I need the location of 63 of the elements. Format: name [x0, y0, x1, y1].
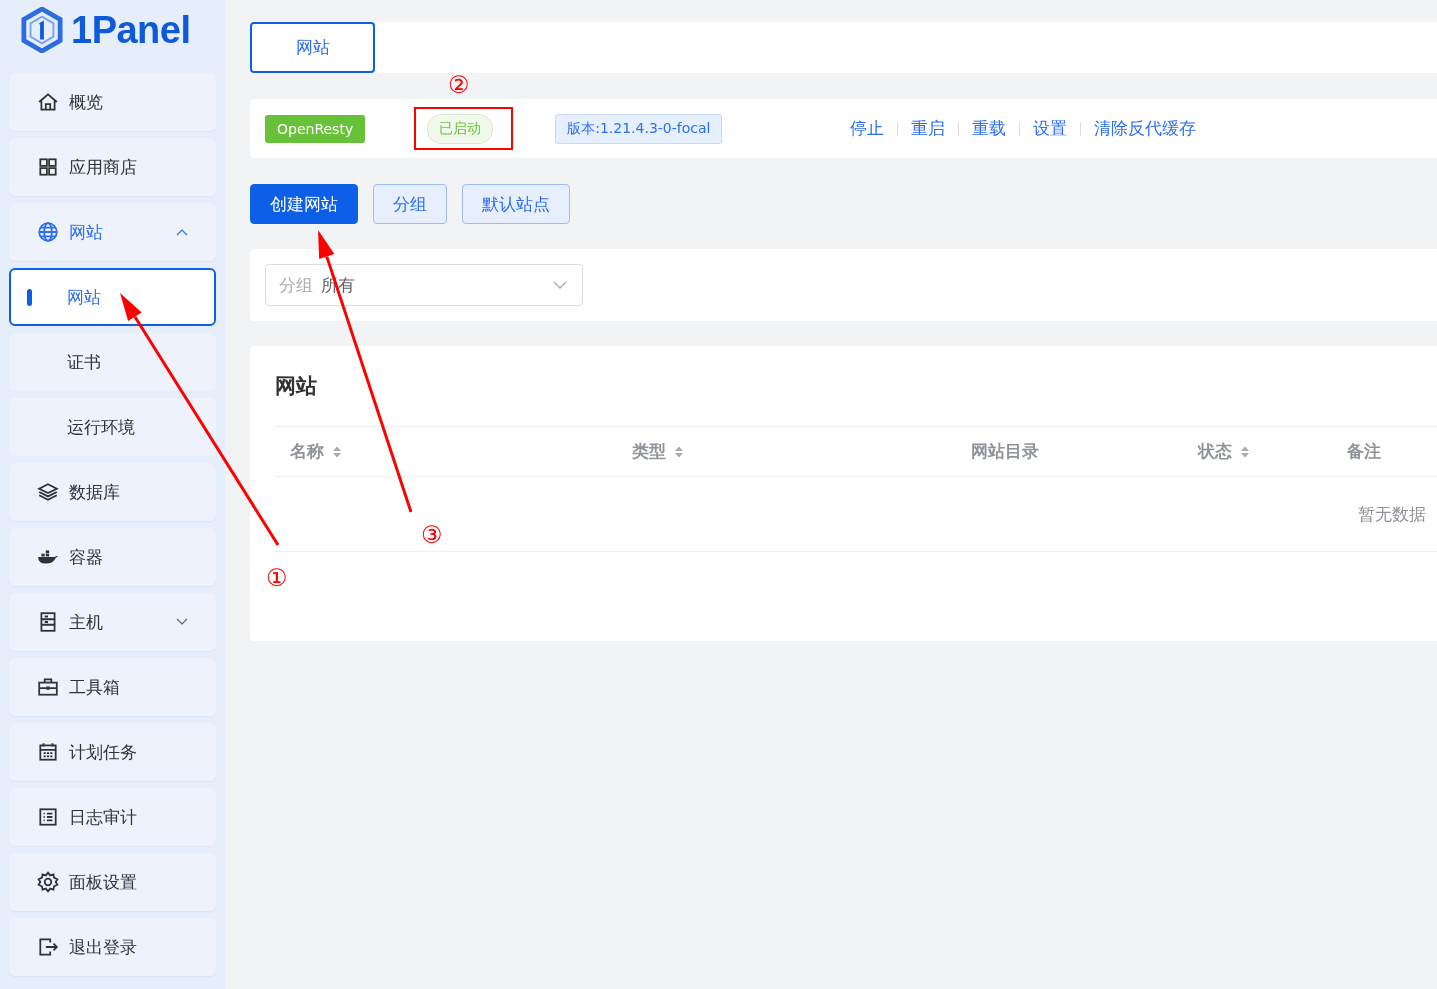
sort-icon[interactable]: [674, 444, 684, 459]
step-number: ②: [448, 70, 470, 100]
column-header[interactable]: 网站目录: [971, 440, 1039, 463]
sidebar-item[interactable]: 应用商店: [9, 138, 216, 196]
active-indicator: [27, 289, 32, 306]
empty-text: 暂无数据: [1358, 502, 1426, 526]
action-link[interactable]: 重载: [972, 117, 1007, 140]
nav-label: 概览: [69, 90, 104, 114]
table-title: 网站: [275, 373, 318, 400]
logo-text: 1Panel: [71, 8, 191, 52]
sidebar-subitem[interactable]: 证书: [9, 333, 216, 391]
layers-icon: [37, 481, 59, 503]
column-header[interactable]: 状态: [1198, 440, 1250, 463]
sidebar-item[interactable]: 容器: [9, 528, 216, 586]
logout-icon: [37, 936, 59, 958]
column-header[interactable]: 类型: [632, 440, 684, 463]
action-link[interactable]: 清除反代缓存: [1094, 117, 1197, 140]
step-number: ①: [266, 563, 288, 593]
toolbar-button[interactable]: 默认站点: [462, 184, 570, 224]
action-link[interactable]: 重启: [911, 117, 946, 140]
sort-icon[interactable]: [332, 444, 342, 459]
nav-label: 工具箱: [69, 675, 121, 699]
sidebar-item[interactable]: 数据库: [9, 463, 216, 521]
settings-icon: [37, 871, 59, 893]
globe-icon: [37, 221, 59, 243]
sidebar-item[interactable]: 概览: [9, 73, 216, 131]
nav-label: 容器: [69, 545, 104, 569]
tab[interactable]: 网站: [250, 22, 375, 73]
sidebar-item[interactable]: 工具箱: [9, 658, 216, 716]
nav-label: 应用商店: [69, 155, 138, 179]
list-icon: [37, 806, 59, 828]
sidebar-item[interactable]: 计划任务: [9, 723, 216, 781]
grid-icon: [37, 156, 59, 178]
nav-label: 退出登录: [69, 935, 138, 959]
sidebar-subitem[interactable]: 网站: [9, 268, 216, 326]
sidebar-item[interactable]: 日志审计: [9, 788, 216, 846]
status-tag: 已启动: [427, 113, 494, 144]
step-number: ③: [421, 520, 443, 550]
sidebar-item[interactable]: 面板设置: [9, 853, 216, 911]
create-button[interactable]: 创建网站: [250, 184, 358, 224]
sort-icon[interactable]: [1240, 444, 1250, 459]
sidebar-subitem[interactable]: 运行环境: [9, 398, 216, 456]
sidebar-item[interactable]: 主机: [9, 593, 216, 651]
app-tag: OpenResty: [265, 114, 366, 143]
column-header[interactable]: 名称: [290, 440, 342, 463]
calendar-icon: [37, 741, 59, 763]
nav-label: 网站: [69, 220, 104, 244]
sidebar-item[interactable]: 退出登录: [9, 918, 216, 976]
action-link[interactable]: 停止: [850, 117, 885, 140]
column-header[interactable]: 备注: [1347, 440, 1381, 463]
action-link[interactable]: 设置: [1033, 117, 1068, 140]
nav-label: 面板设置: [69, 870, 138, 894]
nav-label: 日志审计: [69, 805, 138, 829]
nav-label: 主机: [69, 610, 104, 634]
nav-label: 计划任务: [69, 740, 138, 764]
toolbox-icon: [37, 676, 59, 698]
nav-label: 数据库: [69, 480, 121, 504]
chevron-down-icon: [553, 281, 567, 289]
toolbar-button[interactable]: 分组: [373, 184, 447, 224]
sidebar-item[interactable]: 网站: [9, 203, 216, 261]
home-icon: [37, 91, 59, 113]
version-tag: 版本:1.21.4.3-0-focal: [555, 113, 723, 144]
logo-icon: [21, 7, 63, 53]
